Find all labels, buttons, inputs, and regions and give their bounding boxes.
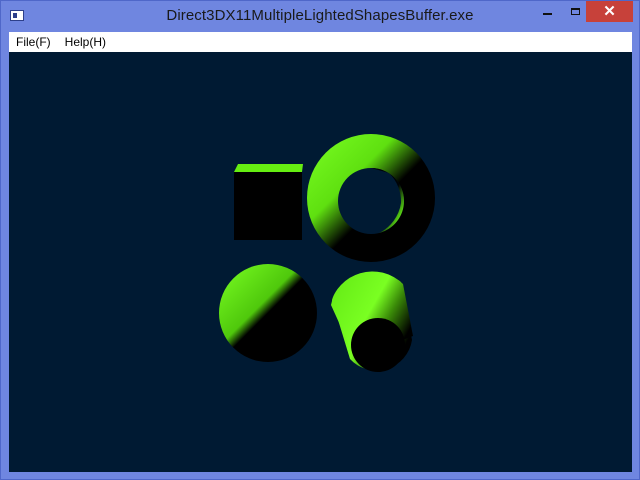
title-bar[interactable]: Direct3DX11MultipleLightedShapesBuffer.e… <box>1 1 639 31</box>
sphere-shape <box>219 264 317 362</box>
close-icon: ✕ <box>603 3 616 20</box>
maximize-button[interactable] <box>562 1 589 22</box>
menu-bar: File(F) Help(H) <box>9 32 632 52</box>
scene-canvas <box>219 134 435 372</box>
torus-shape <box>307 134 435 262</box>
minimize-icon <box>543 12 552 15</box>
cylinder-shape <box>331 271 413 372</box>
render-viewport[interactable] <box>9 52 632 472</box>
menu-help[interactable]: Help(H) <box>58 32 113 52</box>
minimize-button[interactable] <box>534 1 561 22</box>
maximize-icon <box>571 8 580 15</box>
menu-file[interactable]: File(F) <box>9 32 58 52</box>
cube-shape <box>234 164 303 240</box>
close-button[interactable]: ✕ <box>586 1 633 22</box>
application-window: Direct3DX11MultipleLightedShapesBuffer.e… <box>0 0 640 480</box>
